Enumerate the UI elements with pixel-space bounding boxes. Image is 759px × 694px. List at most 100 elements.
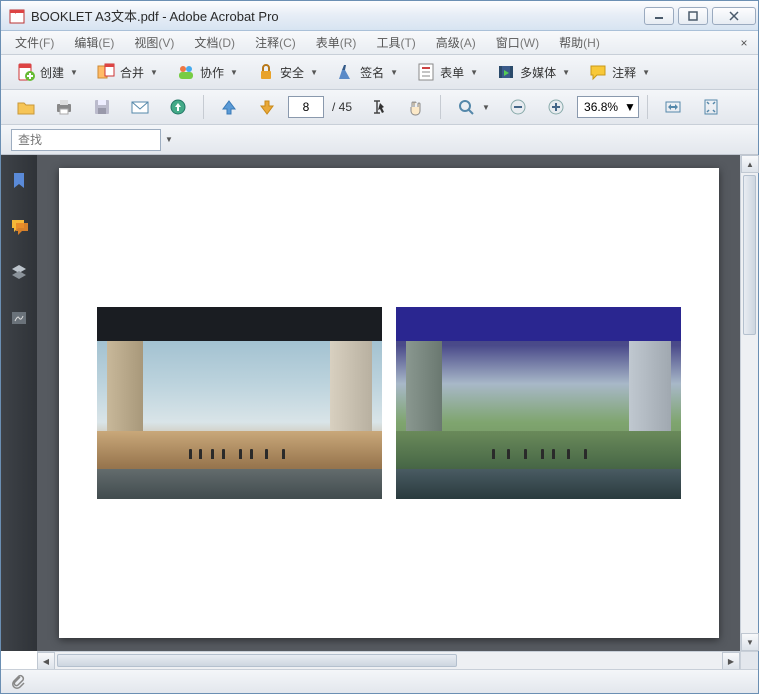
toolbar-main: 创建▼ 合并▼ 协作▼ 安全▼ 签名▼ 表单▼ 多媒体▼ 注释▼ [1, 55, 758, 90]
collaborate-icon [176, 62, 196, 82]
sign-button[interactable]: 签名▼ [329, 58, 405, 86]
multimedia-button[interactable]: 多媒体▼ [489, 58, 577, 86]
zoom-out-button[interactable] [501, 93, 535, 121]
fit-width-icon [663, 97, 683, 117]
secure-button[interactable]: 安全▼ [249, 58, 325, 86]
minus-icon [508, 97, 528, 117]
menubar: 文件(F) 编辑(E) 视图(V) 文档(D) 注释(C) 表单(R) 工具(T… [1, 31, 758, 55]
select-tool-button[interactable] [360, 93, 394, 121]
statusbar [1, 669, 758, 693]
menu-tools[interactable]: 工具(T) [368, 32, 423, 53]
menu-document[interactable]: 文档(D) [186, 32, 243, 53]
attachment-icon[interactable] [9, 673, 27, 691]
maximize-button[interactable] [678, 7, 708, 25]
window-controls [644, 7, 756, 25]
horizontal-scrollbar[interactable]: ◀ ▶ [37, 651, 758, 669]
combine-icon [96, 62, 116, 82]
menu-close-icon[interactable]: × [736, 35, 752, 51]
scroll-left-button[interactable]: ◀ [37, 652, 55, 670]
combine-button[interactable]: 合并▼ [89, 58, 165, 86]
folder-icon [16, 97, 36, 117]
document-viewport: ▲ ▼ [37, 155, 758, 651]
menu-help[interactable]: 帮助(H) [551, 32, 608, 53]
toolbar-separator [440, 95, 441, 119]
scroll-track[interactable] [55, 652, 722, 669]
dropdown-icon: ▼ [562, 68, 570, 77]
page-number-input[interactable] [288, 96, 324, 118]
forms-button[interactable]: 表单▼ [409, 58, 485, 86]
dropdown-icon: ▼ [470, 68, 478, 77]
navigation-pane [1, 155, 37, 651]
scroll-up-button[interactable]: ▲ [741, 155, 759, 173]
document-scroll[interactable] [37, 155, 740, 651]
bookmarks-panel-button[interactable] [8, 169, 30, 191]
scroll-track[interactable] [741, 173, 758, 633]
toolbar-separator [647, 95, 648, 119]
fit-page-icon [701, 97, 721, 117]
close-button[interactable] [712, 7, 756, 25]
dropdown-icon: ▼ [482, 103, 490, 112]
hand-icon [405, 97, 425, 117]
zoom-in-button[interactable] [539, 93, 573, 121]
menu-file[interactable]: 文件(F) [7, 32, 62, 53]
menu-advanced[interactable]: 高级(A) [428, 32, 484, 53]
scroll-thumb[interactable] [743, 175, 756, 335]
plus-icon [546, 97, 566, 117]
collaborate-button[interactable]: 协作▼ [169, 58, 245, 86]
dropdown-icon: ▼ [230, 68, 238, 77]
pdf-page [59, 168, 719, 638]
comments-panel-button[interactable] [8, 215, 30, 237]
scroll-thumb[interactable] [57, 654, 457, 667]
globe-up-icon [168, 97, 188, 117]
page-image-right [396, 307, 681, 499]
next-page-button[interactable] [250, 93, 284, 121]
vertical-scrollbar[interactable]: ▲ ▼ [740, 155, 758, 651]
save-button[interactable] [85, 93, 119, 121]
menu-view[interactable]: 视图(V) [126, 32, 182, 53]
open-button[interactable] [9, 93, 43, 121]
toolbar-separator [203, 95, 204, 119]
scroll-down-button[interactable]: ▼ [741, 633, 759, 651]
arrow-down-icon [257, 97, 277, 117]
signatures-panel-button[interactable] [8, 307, 30, 329]
find-input[interactable] [11, 129, 161, 151]
printer-icon [54, 97, 74, 117]
comment-icon [588, 62, 608, 82]
mail-icon [130, 97, 150, 117]
layers-panel-button[interactable] [8, 261, 30, 283]
create-button[interactable]: 创建▼ [9, 58, 85, 86]
minimize-button[interactable] [644, 7, 674, 25]
print-button[interactable] [47, 93, 81, 121]
form-icon [416, 62, 436, 82]
prev-page-button[interactable] [212, 93, 246, 121]
page-total-label: / 45 [328, 100, 356, 114]
findbar: ▼ [1, 125, 758, 155]
content-area: ▲ ▼ [1, 155, 758, 651]
text-cursor-icon [367, 97, 387, 117]
scroll-right-button[interactable]: ▶ [722, 652, 740, 670]
film-icon [496, 62, 516, 82]
email-button[interactable] [123, 93, 157, 121]
dropdown-icon: ▼ [310, 68, 318, 77]
dropdown-icon: ▼ [642, 68, 650, 77]
marquee-zoom-button[interactable]: ▼ [449, 93, 497, 121]
menu-comments[interactable]: 注释(C) [247, 32, 304, 53]
dropdown-icon: ▼ [624, 100, 636, 114]
create-icon [16, 62, 36, 82]
lock-icon [256, 62, 276, 82]
page-image-left [97, 307, 382, 499]
fit-width-button[interactable] [656, 93, 690, 121]
menu-edit[interactable]: 编辑(E) [66, 32, 122, 53]
fit-page-button[interactable] [694, 93, 728, 121]
upload-button[interactable] [161, 93, 195, 121]
dropdown-icon: ▼ [390, 68, 398, 77]
arrow-up-icon [219, 97, 239, 117]
toolbar-nav: / 45 ▼ 36.8%▼ [1, 90, 758, 125]
dropdown-icon: ▼ [150, 68, 158, 77]
menu-window[interactable]: 窗口(W) [488, 32, 547, 53]
comment-button[interactable]: 注释▼ [581, 58, 657, 86]
dropdown-icon[interactable]: ▼ [165, 135, 173, 144]
hand-tool-button[interactable] [398, 93, 432, 121]
zoom-combo[interactable]: 36.8%▼ [577, 96, 639, 118]
menu-forms[interactable]: 表单(R) [308, 32, 365, 53]
